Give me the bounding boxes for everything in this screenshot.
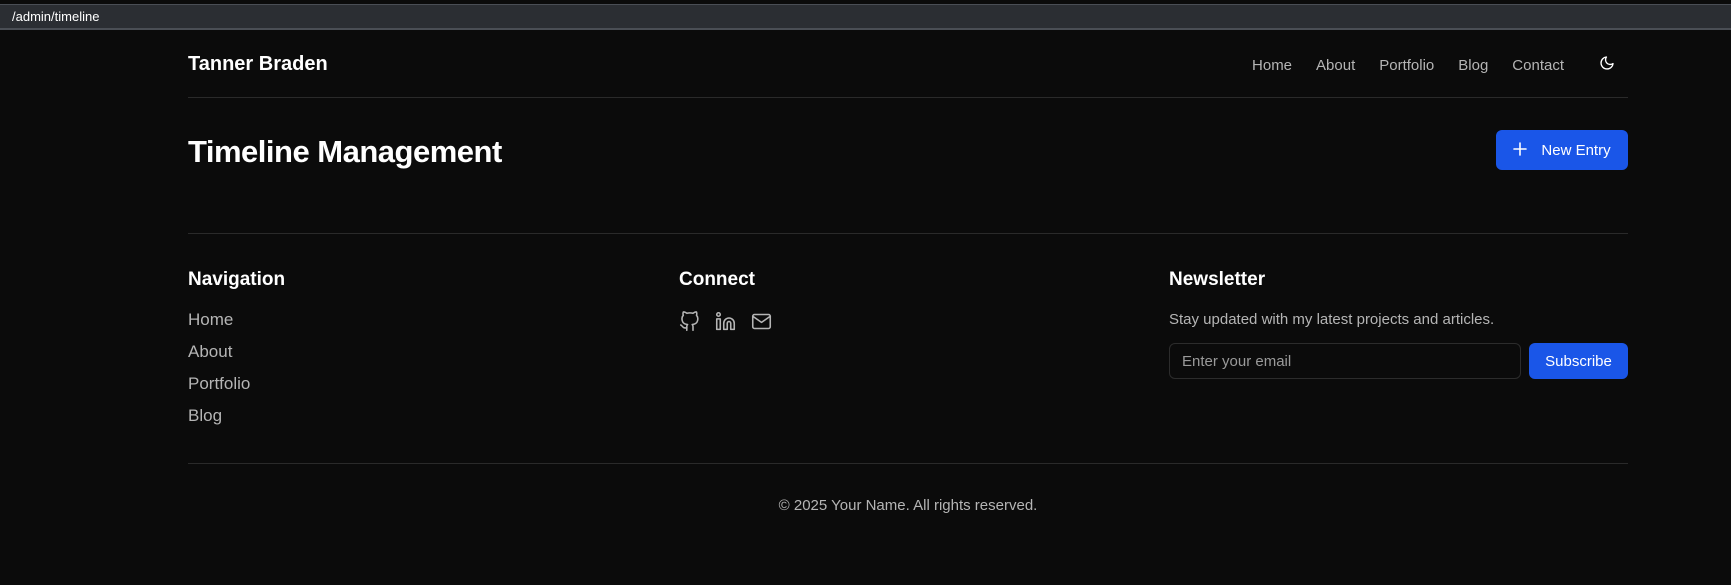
- moon-icon: [1599, 55, 1615, 76]
- nav-link-portfolio[interactable]: Portfolio: [1379, 57, 1434, 74]
- newsletter-description: Stay updated with my latest projects and…: [1169, 311, 1495, 328]
- footer-link-home[interactable]: Home: [188, 311, 285, 329]
- site-brand[interactable]: Tanner Braden: [188, 53, 328, 76]
- footer-connect: Connect: [679, 269, 772, 332]
- page-title: Timeline Management: [188, 134, 502, 169]
- copyright-text: © 2025 Your Name. All rights reserved.: [778, 497, 1038, 514]
- footer-connect-heading: Connect: [679, 269, 755, 290]
- subscribe-form: Subscribe: [1169, 343, 1628, 379]
- footer-navigation-heading: Navigation: [188, 269, 286, 290]
- footer-newsletter: Newsletter Stay updated with my latest p…: [1169, 269, 1628, 379]
- email-input[interactable]: [1169, 343, 1521, 379]
- new-entry-button[interactable]: New Entry: [1496, 130, 1628, 170]
- theme-toggle-button[interactable]: [1596, 54, 1618, 76]
- plus-icon: [1513, 140, 1528, 160]
- mail-icon[interactable]: [751, 311, 772, 332]
- site-header: Tanner Braden Home About Portfolio Blog …: [188, 33, 1628, 98]
- url-text: /admin/timeline: [12, 9, 100, 24]
- nav-link-home[interactable]: Home: [1252, 57, 1292, 74]
- footer-navigation: Navigation Home About Portfolio Blog: [188, 269, 285, 425]
- main-nav: Home About Portfolio Blog Contact: [1252, 57, 1564, 74]
- site-footer: Navigation Home About Portfolio Blog Con…: [188, 234, 1628, 464]
- linkedin-icon[interactable]: [715, 311, 736, 332]
- github-icon[interactable]: [679, 311, 700, 332]
- footer-link-portfolio[interactable]: Portfolio: [188, 375, 285, 393]
- browser-url-bar[interactable]: /admin/timeline: [0, 4, 1731, 30]
- subscribe-button[interactable]: Subscribe: [1529, 343, 1628, 379]
- main-content: Timeline Management New Entry: [188, 98, 1628, 234]
- nav-link-contact[interactable]: Contact: [1512, 57, 1564, 74]
- new-entry-label: New Entry: [1541, 141, 1611, 159]
- nav-link-blog[interactable]: Blog: [1458, 57, 1488, 74]
- footer-link-blog[interactable]: Blog: [188, 407, 285, 425]
- footer-newsletter-heading: Newsletter: [1169, 269, 1266, 290]
- footer-link-about[interactable]: About: [188, 343, 285, 361]
- nav-link-about[interactable]: About: [1316, 57, 1355, 74]
